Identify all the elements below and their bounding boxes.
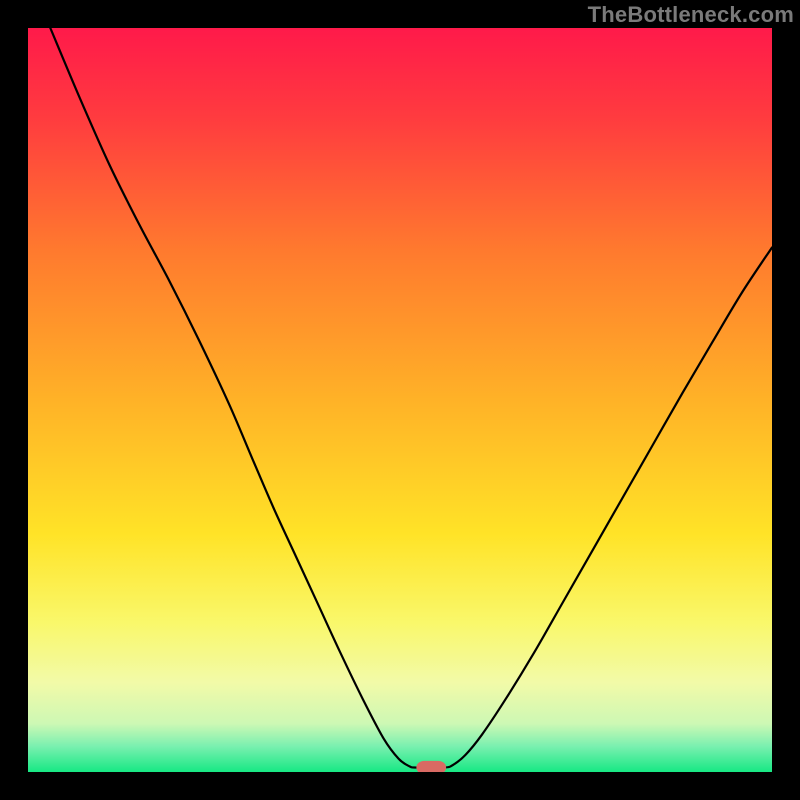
plot-area (28, 28, 772, 772)
watermark-label: TheBottleneck.com (588, 2, 794, 28)
optimal-marker (416, 761, 446, 772)
bottleneck-chart (28, 28, 772, 772)
heatmap-background (28, 28, 772, 772)
chart-frame: TheBottleneck.com (0, 0, 800, 800)
